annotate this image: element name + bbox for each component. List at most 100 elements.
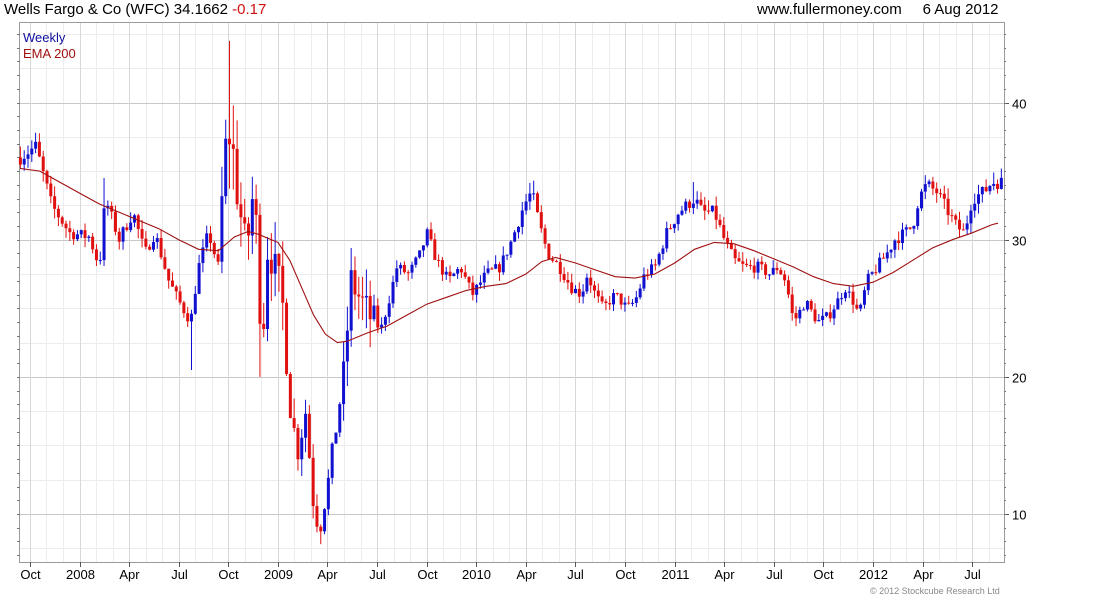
candle-body — [18, 157, 22, 165]
candle-body — [247, 223, 251, 236]
candle-body — [790, 294, 794, 314]
candle-body — [919, 191, 923, 209]
candle-body — [463, 272, 467, 277]
candle-body — [163, 257, 167, 269]
candle-body — [440, 260, 444, 275]
candle-body — [893, 240, 897, 250]
candle-body — [900, 229, 904, 244]
candle-body — [950, 215, 954, 217]
candle-body — [304, 413, 308, 438]
candle-body — [94, 249, 98, 261]
candle-body — [64, 223, 68, 229]
candle-body — [992, 183, 996, 186]
x-tick-label: 2011 — [662, 567, 690, 582]
candle-body — [258, 214, 262, 324]
candle-body — [615, 293, 619, 295]
candle-body — [745, 263, 749, 266]
candle-body — [193, 293, 197, 314]
candle-body — [37, 141, 41, 157]
candle-body — [585, 277, 589, 292]
candle-body — [897, 240, 901, 244]
candle-body — [376, 305, 380, 328]
candle-body — [805, 301, 809, 310]
candle-body — [904, 227, 908, 230]
candle-body — [691, 203, 695, 208]
candle-body — [429, 229, 433, 240]
x-tick-label: Jul — [171, 567, 188, 582]
x-tick-label: Jul — [766, 567, 783, 582]
candle-body — [931, 181, 935, 189]
candle-body — [357, 294, 361, 297]
candle-body — [870, 272, 874, 274]
candle-body — [387, 303, 391, 317]
candle-body — [319, 526, 323, 532]
candle-body — [79, 230, 83, 235]
candle-body — [969, 210, 973, 224]
copyright: © 2012 Stockcube Research Ltd — [870, 586, 1000, 596]
legend-weekly: Weekly — [23, 30, 66, 45]
candle-body — [741, 261, 745, 264]
candle-body — [151, 242, 155, 250]
candle-body — [999, 177, 1003, 189]
candle-body — [889, 249, 893, 253]
candle-body — [49, 183, 53, 197]
candle-body — [205, 233, 209, 248]
axis-labels: 10 20 30 40 Oct 2008 Apr Jul Oct 2009 Apr Jul Oct 201… — [20, 97, 1026, 583]
candle-body — [714, 205, 718, 220]
candle-body — [623, 302, 627, 305]
candle-body — [554, 260, 558, 262]
candle-body — [414, 257, 418, 265]
candle-body — [965, 223, 969, 230]
candle-body — [631, 302, 635, 304]
candle-body — [349, 270, 353, 331]
y-tick-label: 40 — [1012, 97, 1026, 112]
candle-body — [459, 269, 463, 273]
candle-body — [486, 268, 490, 273]
candle-body — [437, 259, 441, 261]
candle-body — [707, 210, 711, 212]
x-tick-label: Oct — [615, 567, 636, 582]
candle-body — [665, 228, 669, 249]
candle-body — [566, 280, 570, 283]
candle-body — [212, 242, 216, 255]
x-tick-label: Oct — [813, 567, 834, 582]
x-tick-label: Oct — [417, 567, 438, 582]
candle-body — [41, 156, 45, 172]
grid — [20, 23, 1004, 562]
candle-body — [494, 264, 498, 269]
candle-body — [657, 253, 661, 265]
y-tick-label: 30 — [1012, 234, 1026, 249]
candle-body — [836, 298, 840, 310]
candle-body — [478, 282, 482, 285]
candle-body — [501, 255, 505, 273]
candle-body — [710, 205, 714, 212]
candle-body — [148, 246, 152, 250]
candle-body — [345, 330, 349, 362]
candle-body — [748, 265, 752, 267]
candle-body — [703, 204, 707, 211]
candle-body — [516, 226, 520, 233]
candle-body — [939, 193, 943, 195]
candle-body — [364, 295, 368, 298]
candle-body — [452, 273, 456, 276]
candle-body — [764, 264, 768, 275]
candle-body — [136, 215, 140, 230]
candle-body — [828, 312, 832, 319]
candle-body — [562, 274, 566, 281]
candle-body — [448, 271, 452, 276]
x-tick-label: Apr — [119, 567, 140, 582]
candle-body — [699, 199, 703, 205]
candle-body — [634, 297, 638, 303]
candle-body — [189, 313, 193, 322]
candle-body — [72, 232, 76, 240]
candle-body — [490, 268, 494, 270]
candle-body — [855, 304, 859, 309]
candle-body — [688, 201, 692, 208]
candle-body — [817, 319, 821, 322]
candle-body — [368, 295, 372, 320]
candle-body — [250, 199, 254, 236]
candle-body — [326, 477, 330, 510]
candle-body — [528, 193, 532, 202]
x-tick-label: Apr — [317, 567, 338, 582]
candle-body — [56, 208, 60, 218]
